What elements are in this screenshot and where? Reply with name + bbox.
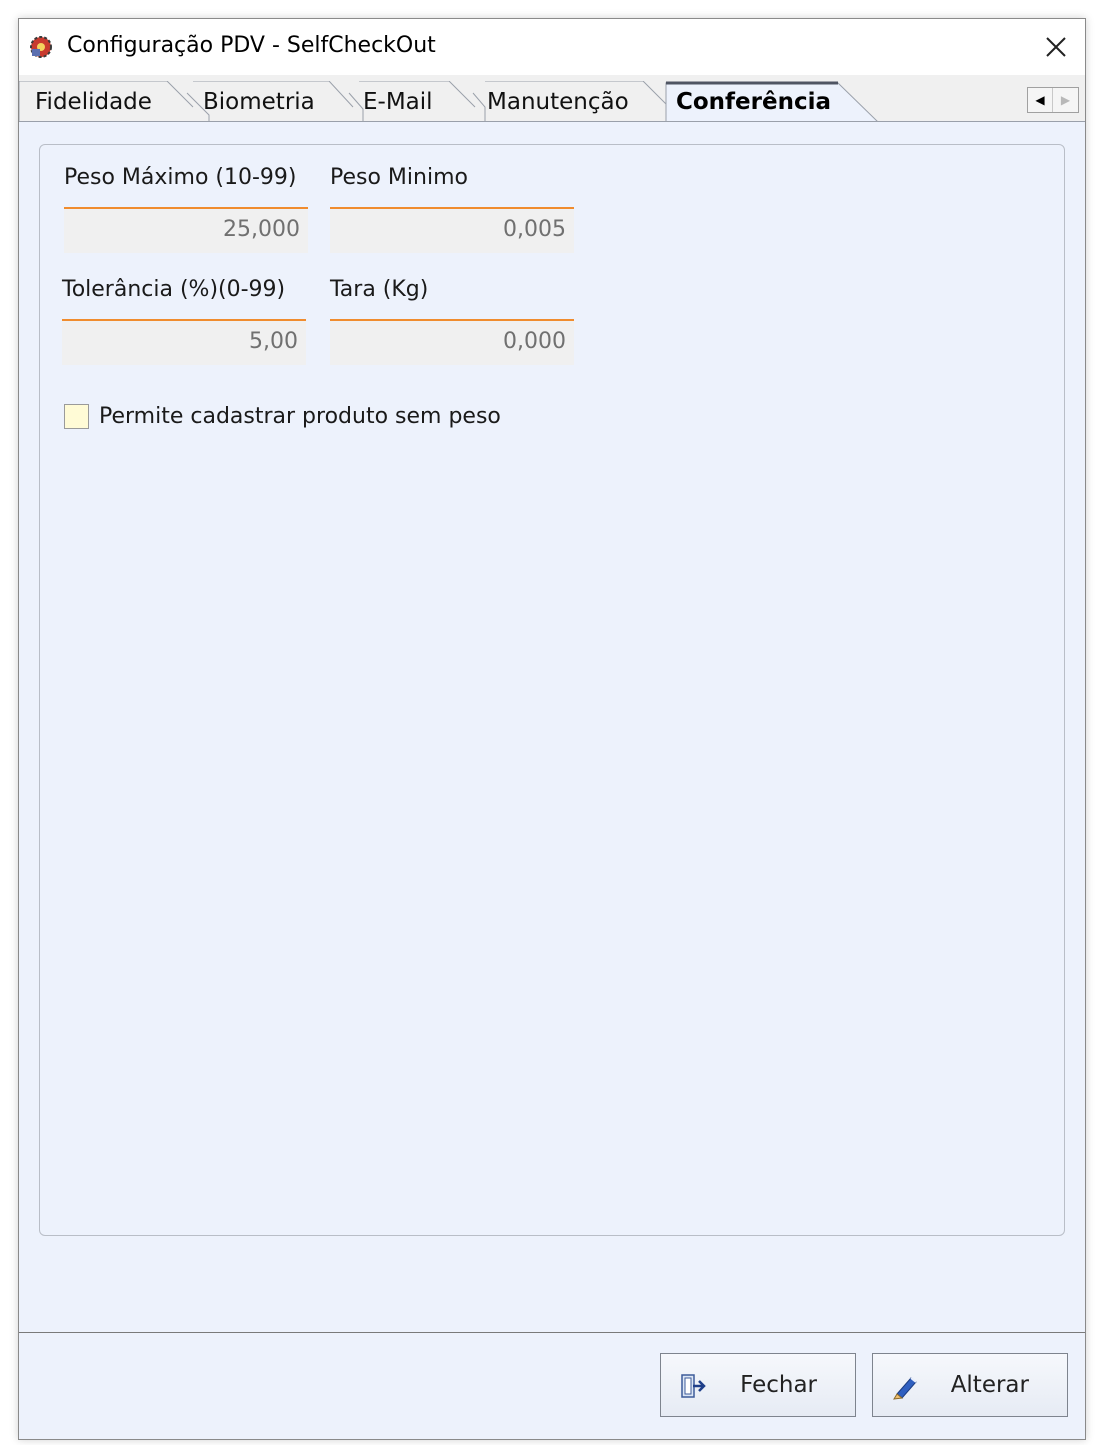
tab-strip: Fidelidade Biometria E-Mail Manutenção C…	[19, 75, 1085, 122]
exit-door-icon	[681, 1374, 706, 1398]
tab-label: Biometria	[203, 89, 315, 115]
permite-sem-peso-label: Permite cadastrar produto sem peso	[99, 403, 501, 429]
tab-label: Conferência	[676, 89, 832, 115]
tab-label: Fidelidade	[35, 89, 152, 115]
close-button[interactable]	[1027, 19, 1085, 75]
permite-sem-peso-checkbox[interactable]	[64, 403, 89, 429]
tolerancia-input[interactable]: 5,00	[62, 319, 306, 365]
close-icon	[1046, 37, 1066, 57]
tab-scroll-left-button[interactable]: ◀	[1028, 88, 1053, 112]
tab-scroll-buttons: ◀ ▶	[1027, 87, 1079, 113]
tab-biometria[interactable]: Biometria	[179, 81, 359, 121]
tab-fidelidade[interactable]: Fidelidade	[19, 81, 199, 121]
tab-page-conferencia: Peso Máximo (10-99) 25,000 Peso Minimo 0…	[19, 121, 1085, 1333]
title-bar: Configuração PDV - SelfCheckOut	[19, 19, 1085, 75]
alterar-label: Alterar	[950, 1372, 1029, 1398]
pencil-icon	[893, 1377, 917, 1400]
conferencia-group: Peso Máximo (10-99) 25,000 Peso Minimo 0…	[39, 144, 1065, 1236]
app-gear-icon	[30, 36, 52, 58]
peso-minimo-label: Peso Minimo	[330, 165, 468, 190]
window-title: Configuração PDV - SelfCheckOut	[67, 33, 436, 58]
tab-label: E-Mail	[363, 89, 433, 115]
config-window: Configuração PDV - SelfCheckOut Fidelida…	[18, 18, 1086, 1440]
fechar-button[interactable]: Fechar	[660, 1353, 856, 1417]
alterar-button[interactable]: Alterar	[872, 1353, 1068, 1417]
tolerancia-label: Tolerância (%)(0-99)	[62, 277, 286, 302]
tab-scroll-right-button[interactable]: ▶	[1053, 88, 1078, 112]
tab-conferencia[interactable]: Conferência	[664, 81, 884, 122]
peso-maximo-label: Peso Máximo (10-99)	[64, 165, 297, 190]
fechar-label: Fechar	[740, 1372, 817, 1398]
tab-email[interactable]: E-Mail	[341, 81, 481, 121]
tab-manutencao[interactable]: Manutenção	[465, 81, 675, 121]
peso-maximo-input[interactable]: 25,000	[64, 207, 308, 253]
peso-minimo-input[interactable]: 0,005	[330, 207, 574, 253]
tab-label: Manutenção	[487, 89, 629, 115]
button-bar: Fechar Alterar	[19, 1333, 1085, 1439]
tara-label: Tara (Kg)	[330, 277, 429, 302]
tara-input[interactable]: 0,000	[330, 319, 574, 365]
triangle-right-icon: ▶	[1060, 93, 1071, 107]
permite-sem-peso-row[interactable]: Permite cadastrar produto sem peso	[64, 401, 501, 431]
triangle-left-icon: ◀	[1035, 93, 1045, 107]
